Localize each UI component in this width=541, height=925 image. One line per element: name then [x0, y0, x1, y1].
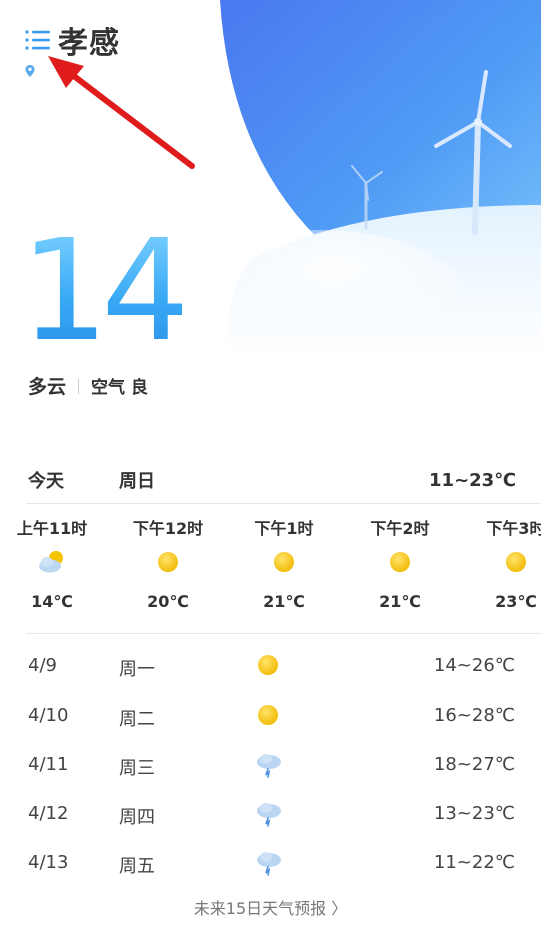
hour-temperature: 14℃ [31, 592, 73, 611]
location-pin-icon [25, 65, 35, 77]
divider [78, 377, 80, 394]
day-date: 4/10 [28, 705, 69, 726]
today-label: 今天 [28, 471, 64, 492]
day-temperature-range: 14~26℃ [433, 655, 515, 676]
hourly-item: 下午2时 21℃ [345, 516, 455, 611]
hour-temperature: 21℃ [379, 592, 421, 611]
sun-icon [158, 552, 178, 572]
hourly-item: 下午12时 20℃ [113, 516, 223, 611]
hour-label: 下午3时 [486, 519, 541, 538]
sun-icon [258, 655, 278, 675]
partly-cloudy-icon [39, 551, 63, 573]
today-weekday: 周日 [119, 471, 155, 492]
day-weekday: 周五 [119, 856, 155, 877]
day-weekday: 周一 [119, 659, 155, 680]
daily-forecast-row[interactable]: 4/11 周三 18~27℃ [0, 744, 541, 788]
day-temperature-range: 16~28℃ [433, 705, 515, 726]
hour-label: 上午11时 [16, 519, 88, 538]
day-temperature-range: 13~23℃ [433, 803, 515, 824]
hourly-item: 下午1时 21℃ [229, 516, 339, 611]
section-divider [26, 633, 541, 634]
hour-label: 下午2时 [370, 519, 430, 538]
menu-list-icon[interactable] [24, 28, 52, 52]
today-temperature-range: 11~23℃ [429, 469, 516, 491]
hour-label: 下午12时 [132, 519, 204, 538]
daily-forecast-row[interactable]: 4/12 周四 13~23℃ [0, 793, 541, 837]
rain-cloud-icon [257, 852, 281, 876]
hour-temperature: 23℃ [495, 592, 537, 611]
rain-cloud-icon [257, 803, 281, 827]
annotation-arrow-icon [48, 56, 195, 169]
day-date: 4/12 [28, 803, 69, 824]
hourly-item: 下午3时 23℃ [461, 516, 541, 611]
hourly-forecast[interactable]: 上午11时 14℃ 下午12时 20℃ 下午1时 21℃ 下午2时 21℃ 下午… [0, 516, 541, 626]
day-weekday: 周三 [119, 758, 155, 779]
day-weekday: 周四 [119, 807, 155, 828]
current-condition-row: 多云 空气 良 [28, 372, 148, 399]
day-date: 4/13 [28, 852, 69, 873]
day-date: 4/9 [28, 655, 57, 676]
forecast-15-day-link[interactable]: 未来15日天气预报 〉 [0, 895, 541, 919]
current-condition: 多云 [28, 376, 67, 398]
rain-cloud-icon [257, 754, 281, 778]
air-quality[interactable]: 空气 良 [91, 373, 148, 398]
today-summary-row: 今天 周日 11~23℃ [28, 466, 516, 494]
hour-temperature: 21℃ [263, 592, 305, 611]
hourly-item: 上午11时 14℃ [0, 516, 107, 611]
sun-icon [506, 552, 526, 572]
daily-forecast-row[interactable]: 4/9 周一 14~26℃ [0, 645, 541, 689]
hour-label: 下午1时 [254, 519, 314, 538]
daily-forecast-row[interactable]: 4/10 周二 16~28℃ [0, 695, 541, 739]
daily-forecast-row[interactable]: 4/13 周五 11~22℃ [0, 842, 541, 886]
day-temperature-range: 18~27℃ [433, 754, 515, 775]
sun-icon [258, 705, 278, 725]
sun-icon [274, 552, 294, 572]
hour-temperature: 20℃ [147, 592, 189, 611]
day-weekday: 周二 [119, 709, 155, 730]
current-temperature: 14 [20, 210, 190, 373]
day-temperature-range: 11~22℃ [433, 852, 515, 873]
sun-icon [390, 552, 410, 572]
day-date: 4/11 [28, 754, 69, 775]
section-divider [26, 503, 541, 504]
